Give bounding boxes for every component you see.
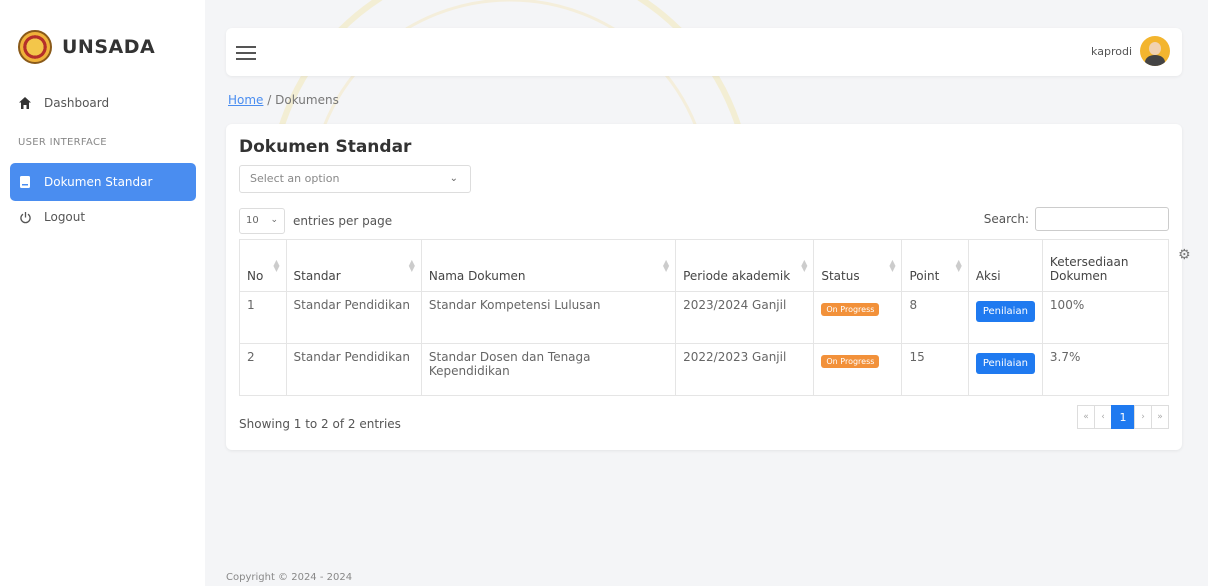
footer-copyright: Copyright © 2024 - 2024 — [226, 572, 353, 583]
entries-value: 10 — [246, 215, 259, 226]
power-icon — [18, 210, 32, 224]
avatar — [1140, 36, 1170, 66]
cell-periode: 2023/2024 Ganjil — [675, 291, 815, 344]
gear-icon[interactable]: ⚙ — [1178, 247, 1194, 263]
documents-card: Dokumen Standar Select an option ⌄ 10 ⌄ … — [226, 124, 1182, 450]
select-placeholder: Select an option — [250, 172, 340, 185]
column-header-status[interactable]: Status ▲ ▼ — [813, 239, 903, 292]
topbar: kaprodi — [226, 28, 1182, 76]
cell-periode: 2022/2023 Ganjil — [675, 343, 815, 396]
breadcrumb-separator: / — [267, 93, 276, 107]
breadcrumb-current: Dokumens — [275, 93, 339, 107]
home-icon — [18, 96, 32, 110]
cell-status: On Progress — [813, 291, 903, 344]
column-header-point[interactable]: Point ▲ ▼ — [901, 239, 969, 292]
sort-icon: ▲ ▼ — [408, 258, 415, 273]
penilaian-button[interactable]: Penilaian — [975, 301, 1035, 322]
cell-no: 2 — [239, 343, 287, 396]
sort-icon: ▲ ▼ — [889, 258, 896, 273]
pagination-info: Showing 1 to 2 of 2 entries — [239, 417, 401, 431]
penilaian-button[interactable]: Penilaian — [975, 353, 1035, 374]
entries-label: entries per page — [293, 214, 393, 228]
sidebar-item-label: Dashboard — [44, 96, 110, 110]
user-menu[interactable]: kaprodi — [1091, 36, 1170, 66]
sort-icon: ▲ ▼ — [273, 258, 280, 273]
cell-aksi: Penilaian — [967, 291, 1043, 344]
cell-ketersediaan: 100% — [1041, 291, 1170, 344]
menu-icon[interactable] — [236, 42, 256, 62]
table-row: 1 Standar Pendidikan Standar Kompetensi … — [239, 291, 1170, 344]
next-page-button[interactable]: › — [1134, 405, 1152, 429]
column-header-no[interactable]: No ▲ ▼ — [239, 239, 287, 292]
cell-nama-dokumen: Standar Kompetensi Lulusan — [420, 291, 677, 344]
sort-icon: ▲ ▼ — [955, 258, 962, 273]
pagination: « ‹ 1 › » — [1077, 405, 1169, 429]
cell-no: 1 — [239, 291, 287, 344]
breadcrumb: Home / Dokumens — [228, 93, 339, 107]
brand-name: UNSADA — [62, 36, 156, 58]
cell-point: 8 — [901, 291, 969, 344]
book-icon — [18, 175, 32, 189]
column-header-periode[interactable]: Periode akademik ▲ ▼ — [675, 239, 815, 292]
university-logo — [18, 30, 52, 64]
cell-point: 15 — [901, 343, 969, 396]
sidebar-item-label: Logout — [44, 210, 86, 224]
column-header-nama-dokumen[interactable]: Nama Dokumen ▲ ▼ — [420, 239, 677, 292]
sort-icon: ▲ ▼ — [662, 258, 670, 273]
sidebar: UNSADA Dashboard USER INTERFACE Dokumen … — [0, 0, 205, 586]
sort-icon: ▲ ▼ — [801, 258, 808, 273]
search-label: Search: — [983, 212, 1029, 226]
entries-per-page: 10 ⌄ entries per page — [239, 208, 392, 234]
username: kaprodi — [1091, 44, 1132, 58]
search-input[interactable] — [1035, 207, 1169, 231]
cell-standar: Standar Pendidikan — [285, 343, 422, 396]
table-row: 2 Standar Pendidikan Standar Dosen dan T… — [239, 343, 1170, 396]
standard-select[interactable]: Select an option ⌄ — [239, 165, 471, 193]
first-page-button[interactable]: « — [1077, 405, 1095, 429]
documents-table: No ▲ ▼ Standar ▲ ▼ Nama Dokumen ▲ ▼ Periode ak… — [239, 239, 1170, 396]
search: Search: — [984, 207, 1169, 231]
cell-status: On Progress — [813, 343, 903, 396]
column-header-ketersediaan: Ketersediaan Dokumen — [1041, 239, 1170, 292]
brand[interactable]: UNSADA — [18, 30, 155, 64]
cell-standar: Standar Pendidikan — [285, 291, 422, 344]
table-header-row: No ▲ ▼ Standar ▲ ▼ Nama Dokumen ▲ ▼ Periode ak… — [239, 239, 1170, 292]
sidebar-item-dashboard[interactable]: Dashboard — [10, 84, 196, 122]
sidebar-section-title: USER INTERFACE — [18, 137, 107, 148]
sidebar-item-label: Dokumen Standar — [44, 175, 153, 189]
status-badge: On Progress — [821, 303, 880, 316]
cell-ketersediaan: 3.7% — [1041, 343, 1170, 396]
cell-aksi: Penilaian — [967, 343, 1043, 396]
chevron-down-icon: ⌄ — [449, 173, 458, 184]
sidebar-item-dokumen-standar[interactable]: Dokumen Standar — [10, 163, 196, 201]
last-page-button[interactable]: » — [1151, 405, 1169, 429]
prev-page-button[interactable]: ‹ — [1094, 405, 1112, 429]
breadcrumb-home-link[interactable]: Home — [228, 93, 263, 107]
column-header-aksi: Aksi — [967, 239, 1043, 292]
page-title: Dokumen Standar — [239, 137, 412, 157]
entries-select[interactable]: 10 ⌄ — [239, 208, 285, 234]
page-button-1[interactable]: 1 — [1111, 405, 1135, 429]
column-header-standar[interactable]: Standar ▲ ▼ — [285, 239, 422, 292]
cell-nama-dokumen: Standar Dosen dan Tenaga Kependidikan — [420, 343, 677, 396]
chevron-down-icon: ⌄ — [270, 215, 278, 225]
status-badge: On Progress — [821, 355, 880, 368]
sidebar-item-logout[interactable]: Logout — [10, 198, 196, 236]
